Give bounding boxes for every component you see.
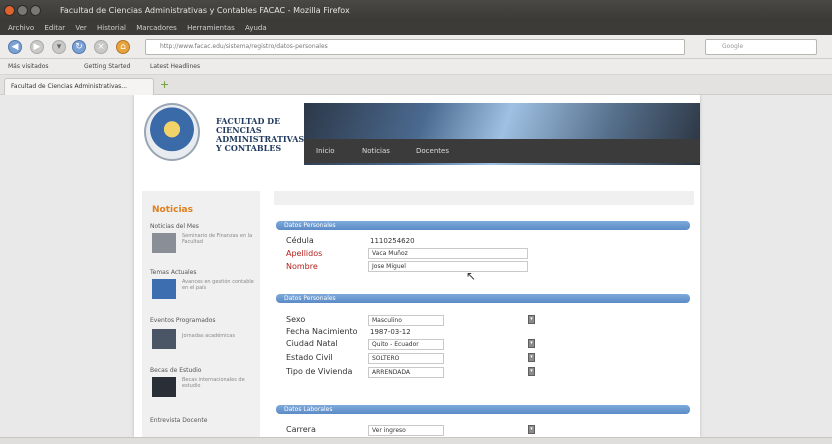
web-page: FACULTAD DE CIENCIAS ADMINISTRATIVAS Y C… bbox=[134, 95, 700, 437]
panel-personal: Cédula 1110254620 Apellidos Vaca Muñoz N… bbox=[280, 233, 686, 283]
estado-select[interactable]: SOLTERO bbox=[368, 353, 444, 364]
sidebar-heading: Becas de Estudio bbox=[150, 367, 202, 374]
menu-help[interactable]: Ayuda bbox=[245, 24, 267, 32]
back-arrow-icon[interactable]: ◀ bbox=[8, 40, 22, 54]
menu-file[interactable]: Archivo bbox=[8, 24, 34, 32]
nav-link-noticias[interactable]: Noticias bbox=[362, 147, 390, 155]
panel-personal-details: Sexo Masculino ▾ Fecha Nacimiento 1987-0… bbox=[280, 307, 686, 393]
sidebar-title: Noticias bbox=[152, 205, 193, 215]
vivienda-label: Tipo de Vivienda bbox=[286, 367, 353, 376]
sidebar-item-text[interactable]: Seminario de Finanzas en la Facultad bbox=[182, 233, 254, 245]
sidebar-heading: Temas Actuales bbox=[150, 269, 197, 276]
bookmark-getting-started[interactable]: Getting Started bbox=[84, 63, 130, 70]
sidebar: Noticias Noticias del Mes Seminario de F… bbox=[142, 191, 260, 437]
dropdown-icon[interactable]: ▾ bbox=[528, 353, 535, 362]
fecha-value: 1987-03-12 bbox=[370, 328, 411, 336]
menu-edit[interactable]: Editar bbox=[44, 24, 65, 32]
tab-bar: Facultad de Ciencias Administrativas... … bbox=[0, 75, 832, 95]
ciudad-select[interactable]: Quito - Ecuador bbox=[368, 339, 444, 350]
reload-icon[interactable]: ↻ bbox=[72, 40, 86, 54]
home-icon[interactable]: ⌂ bbox=[116, 40, 130, 54]
bookmark-most-visited[interactable]: Más visitados bbox=[8, 63, 49, 70]
page-viewport: FACULTAD DE CIENCIAS ADMINISTRATIVAS Y C… bbox=[0, 95, 832, 437]
section-header-laboral: Datos Laborales bbox=[276, 405, 690, 414]
sidebar-thumbnail[interactable] bbox=[152, 377, 176, 397]
site-nav: Inicio Noticias Docentes bbox=[304, 139, 700, 163]
bookmark-latest-headlines[interactable]: Latest Headlines bbox=[150, 63, 200, 70]
carrera-select[interactable]: Ver ingreso bbox=[368, 425, 444, 436]
apellidos-field[interactable]: Vaca Muñoz bbox=[368, 248, 528, 259]
apellidos-label: Apellidos bbox=[286, 249, 323, 258]
sidebar-item-text[interactable]: Avances en gestión contable en el país bbox=[182, 279, 254, 291]
bookmarks-toolbar: Más visitados Getting Started Latest Hea… bbox=[0, 59, 832, 75]
sidebar-heading: Noticias del Mes bbox=[150, 223, 199, 230]
estado-label: Estado Civil bbox=[286, 353, 333, 362]
sexo-select[interactable]: Masculino bbox=[368, 315, 444, 326]
stop-icon[interactable]: × bbox=[94, 40, 108, 54]
dropdown-icon[interactable]: ▾ bbox=[52, 40, 66, 54]
forward-arrow-icon[interactable]: ▶ bbox=[30, 40, 44, 54]
carrera-label: Carrera bbox=[286, 425, 316, 434]
nav-link-docentes[interactable]: Docentes bbox=[416, 147, 449, 155]
status-bar bbox=[0, 437, 832, 444]
dropdown-icon[interactable]: ▾ bbox=[528, 425, 535, 434]
sidebar-thumbnail[interactable] bbox=[152, 233, 176, 253]
vivienda-select[interactable]: ARRENDADA bbox=[368, 367, 444, 378]
sidebar-thumbnail[interactable] bbox=[152, 279, 176, 299]
nombre-field[interactable]: Jose Miguel bbox=[368, 261, 528, 272]
mouse-cursor-icon: ↖ bbox=[466, 269, 477, 283]
faculty-logo bbox=[144, 103, 200, 161]
cedula-label: Cédula bbox=[286, 236, 314, 245]
content-top-strip bbox=[274, 191, 694, 205]
sidebar-heading: Eventos Programados bbox=[150, 317, 216, 324]
sidebar-item-text[interactable]: Becas internacionales de estudio bbox=[182, 377, 254, 389]
nav-link-inicio[interactable]: Inicio bbox=[316, 147, 335, 155]
cedula-value: 1110254620 bbox=[370, 237, 415, 245]
menu-bookmarks[interactable]: Marcadores bbox=[136, 24, 177, 32]
faculty-name: FACULTAD DE CIENCIAS ADMINISTRATIVAS Y C… bbox=[216, 116, 305, 153]
maximize-icon[interactable] bbox=[30, 5, 41, 16]
sidebar-thumbnail[interactable] bbox=[152, 329, 176, 349]
section-header-personal: Datos Personales bbox=[276, 221, 690, 230]
dropdown-icon[interactable]: ▾ bbox=[528, 315, 535, 324]
menu-view[interactable]: Ver bbox=[75, 24, 86, 32]
sidebar-item-text[interactable]: Jornadas académicas bbox=[182, 333, 254, 339]
url-input[interactable]: http://www.facac.edu/sistema/registro/da… bbox=[145, 39, 685, 55]
sidebar-heading: Entrevista Docente bbox=[150, 417, 208, 424]
navigation-toolbar: ◀ ▶ ▾ ↻ × ⌂ http://www.facac.edu/sistema… bbox=[0, 35, 832, 59]
section-header-personal-2: Datos Personales bbox=[276, 294, 690, 303]
search-input[interactable]: Google bbox=[705, 39, 817, 55]
menu-bar: Archivo Editar Ver Historial Marcadores … bbox=[0, 22, 832, 35]
new-tab-icon[interactable]: + bbox=[160, 78, 169, 91]
dropdown-icon[interactable]: ▾ bbox=[528, 339, 535, 348]
fecha-label: Fecha Nacimiento bbox=[286, 327, 358, 336]
tab-active[interactable]: Facultad de Ciencias Administrativas... bbox=[4, 78, 154, 95]
menu-tools[interactable]: Herramientas bbox=[187, 24, 235, 32]
close-icon[interactable] bbox=[4, 5, 15, 16]
menu-history[interactable]: Historial bbox=[97, 24, 126, 32]
minimize-icon[interactable] bbox=[17, 5, 28, 16]
dropdown-icon[interactable]: ▾ bbox=[528, 367, 535, 376]
ciudad-label: Ciudad Natal bbox=[286, 339, 338, 348]
window-title: Facultad de Ciencias Administrativas y C… bbox=[60, 6, 350, 15]
window-titlebar: Facultad de Ciencias Administrativas y C… bbox=[0, 0, 832, 22]
panel-laboral: Carrera Ver ingreso ▾ bbox=[280, 417, 686, 437]
nombre-label: Nombre bbox=[286, 262, 318, 271]
sexo-label: Sexo bbox=[286, 315, 306, 324]
